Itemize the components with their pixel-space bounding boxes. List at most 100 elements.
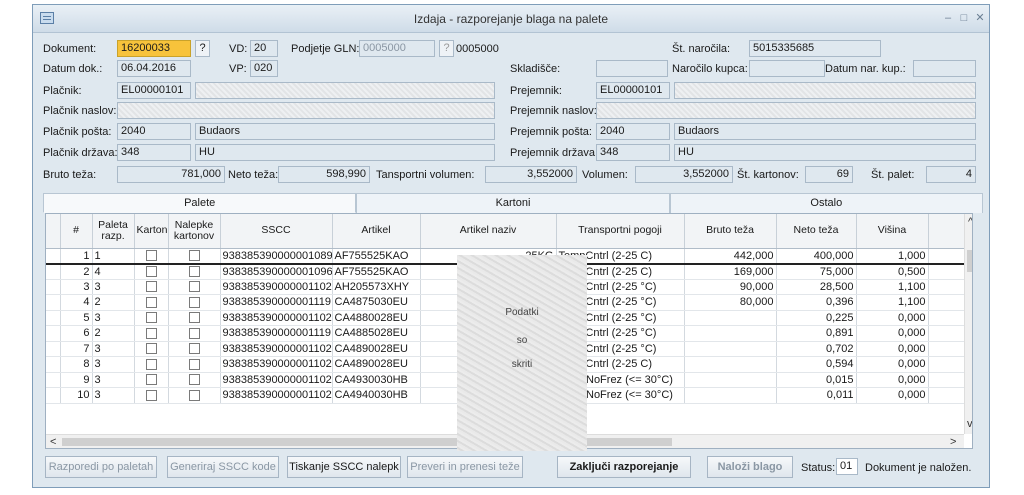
- col-header-artikel[interactable]: Artikel: [332, 214, 421, 249]
- col-header-sscc[interactable]: SSCC: [220, 214, 333, 249]
- col-header-naziv[interactable]: Artikel naziv: [420, 214, 557, 249]
- bruto-field[interactable]: 781,000: [117, 166, 225, 183]
- col-header-nalepke[interactable]: Nalepke kartonov: [168, 214, 221, 249]
- row-neto[interactable]: 0,891: [776, 325, 857, 342]
- checkbox[interactable]: [145, 374, 157, 386]
- row-karton-checkbox[interactable]: [134, 263, 169, 280]
- placnik-name-field[interactable]: [195, 82, 495, 99]
- placnik-field[interactable]: EL00000101: [117, 82, 191, 99]
- row-paleta[interactable]: 3: [92, 387, 135, 404]
- row-neto[interactable]: 0,594: [776, 356, 857, 373]
- row-nalepke-checkbox[interactable]: [168, 341, 221, 357]
- row-bruto[interactable]: 90,000: [684, 279, 777, 295]
- row-artikel[interactable]: CA4890028EU: [332, 356, 421, 373]
- checkbox[interactable]: [188, 250, 200, 262]
- checkbox[interactable]: [188, 358, 200, 370]
- row-filler[interactable]: [928, 248, 965, 265]
- row-number[interactable]: 10: [60, 387, 93, 404]
- row-nalepke-checkbox[interactable]: [168, 310, 221, 326]
- placnik-drzava-koda[interactable]: HU: [195, 144, 495, 161]
- dokument-lookup-button[interactable]: ?: [195, 40, 210, 57]
- row-paleta[interactable]: 2: [92, 294, 135, 311]
- row-number[interactable]: 4: [60, 294, 93, 311]
- row-sscc[interactable]: 938385390000001102: [220, 387, 333, 404]
- row-neto[interactable]: 0,225: [776, 310, 857, 326]
- checkbox[interactable]: [145, 389, 157, 401]
- row-neto[interactable]: 0,702: [776, 341, 857, 357]
- vertical-scrollbar[interactable]: ^ v: [964, 214, 972, 434]
- scroll-up-icon[interactable]: ^: [968, 216, 972, 228]
- checkbox[interactable]: [188, 296, 200, 308]
- row-visina[interactable]: 0,000: [856, 387, 929, 404]
- row-bruto[interactable]: [684, 387, 777, 404]
- palet-field[interactable]: 4: [926, 166, 976, 183]
- row-paleta[interactable]: 4: [92, 263, 135, 280]
- checkbox[interactable]: [188, 374, 200, 386]
- row-visina[interactable]: 0,000: [856, 356, 929, 373]
- row-artikel[interactable]: CA4890028EU: [332, 341, 421, 357]
- row-indicator[interactable]: [46, 387, 61, 404]
- col-header-bruto[interactable]: Bruto teža: [684, 214, 777, 249]
- scroll-down-icon[interactable]: v: [967, 418, 972, 430]
- generiraj-sscc-button[interactable]: Generiraj SSCC kode: [167, 456, 279, 478]
- checkbox[interactable]: [145, 250, 157, 262]
- row-neto[interactable]: 0,015: [776, 372, 857, 388]
- tvol-field[interactable]: 3,552000: [485, 166, 577, 183]
- row-visina[interactable]: 0,000: [856, 310, 929, 326]
- row-filler[interactable]: [928, 387, 965, 404]
- checkbox[interactable]: [145, 312, 157, 324]
- row-bruto[interactable]: 169,000: [684, 263, 777, 280]
- row-number[interactable]: 2: [60, 263, 93, 280]
- row-karton-checkbox[interactable]: [134, 294, 169, 311]
- row-artikel[interactable]: AH205573XHY: [332, 279, 421, 295]
- scroll-left-icon[interactable]: <: [50, 436, 56, 448]
- zakljuci-button[interactable]: Zaključi razporejanje: [557, 456, 691, 478]
- row-number[interactable]: 3: [60, 279, 93, 295]
- row-sscc[interactable]: 938385390000001119: [220, 294, 333, 311]
- row-indicator[interactable]: [46, 372, 61, 388]
- row-filler[interactable]: [928, 341, 965, 357]
- row-neto[interactable]: 400,000: [776, 248, 857, 265]
- row-artikel[interactable]: AF755525KAO: [332, 248, 421, 265]
- prejemnik-drzava-koda[interactable]: HU: [674, 144, 976, 161]
- row-visina[interactable]: 0,500: [856, 263, 929, 280]
- row-number[interactable]: 5: [60, 310, 93, 326]
- tab-ostalo[interactable]: Ostalo: [669, 193, 983, 213]
- checkbox[interactable]: [145, 327, 157, 339]
- row-karton-checkbox[interactable]: [134, 356, 169, 373]
- skladisce-field[interactable]: [596, 60, 668, 77]
- row-artikel[interactable]: AF755525KAO: [332, 263, 421, 280]
- row-indicator[interactable]: [46, 325, 61, 342]
- row-indicator[interactable]: [46, 248, 61, 265]
- row-nalepke-checkbox[interactable]: [168, 356, 221, 373]
- row-visina[interactable]: 1,100: [856, 279, 929, 295]
- row-sscc[interactable]: 938385390000001102: [220, 356, 333, 373]
- row-filler[interactable]: [928, 263, 965, 280]
- placnik-kraj-field[interactable]: Budaors: [195, 123, 495, 140]
- checkbox[interactable]: [188, 327, 200, 339]
- row-sscc[interactable]: 938385390000001096: [220, 263, 333, 280]
- checkbox[interactable]: [188, 389, 200, 401]
- row-indicator[interactable]: [46, 294, 61, 311]
- row-number[interactable]: 9: [60, 372, 93, 388]
- status-field[interactable]: 01: [836, 458, 858, 475]
- neto-field[interactable]: 598,990: [278, 166, 370, 183]
- row-filler[interactable]: [928, 325, 965, 342]
- row-indicator[interactable]: [46, 356, 61, 373]
- row-paleta[interactable]: 3: [92, 356, 135, 373]
- prejemnik-kraj-field[interactable]: Budaors: [674, 123, 976, 140]
- row-nalepke-checkbox[interactable]: [168, 294, 221, 311]
- row-indicator[interactable]: [46, 310, 61, 326]
- checkbox[interactable]: [188, 281, 200, 293]
- row-indicator[interactable]: [46, 341, 61, 357]
- row-artikel[interactable]: CA4940030HB: [332, 387, 421, 404]
- checkbox[interactable]: [188, 312, 200, 324]
- row-visina[interactable]: 1,100: [856, 294, 929, 311]
- placnik-naslov-field[interactable]: [117, 102, 495, 119]
- row-number[interactable]: 8: [60, 356, 93, 373]
- row-sscc[interactable]: 938385390000001102: [220, 341, 333, 357]
- checkbox[interactable]: [188, 343, 200, 355]
- row-paleta[interactable]: 3: [92, 279, 135, 295]
- row-bruto[interactable]: 80,000: [684, 294, 777, 311]
- vol-field[interactable]: 3,552000: [635, 166, 733, 183]
